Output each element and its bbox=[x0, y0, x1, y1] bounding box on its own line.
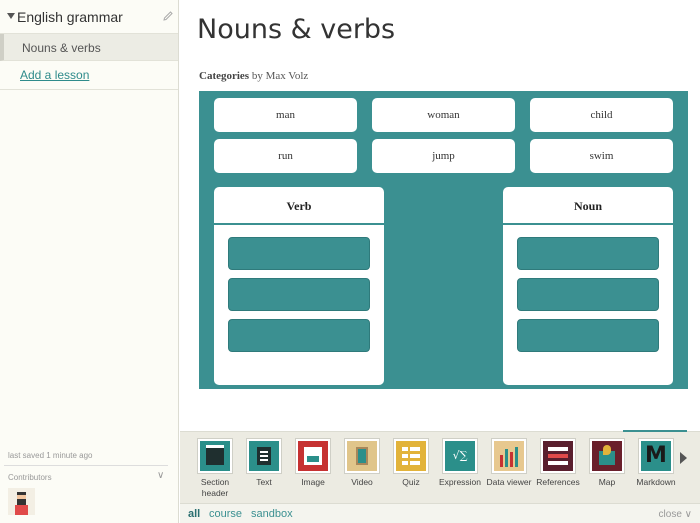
word-chip[interactable]: jump bbox=[372, 139, 515, 173]
drop-slot[interactable] bbox=[517, 278, 659, 311]
tool-data-viewer[interactable]: Data viewer bbox=[485, 438, 533, 488]
tool-label: Video bbox=[351, 477, 373, 487]
main-content: Nouns & verbs Categories by Max Volz man… bbox=[180, 0, 700, 431]
word-chip[interactable]: swim bbox=[530, 139, 673, 173]
word-chip[interactable]: man bbox=[214, 98, 357, 132]
tool-video[interactable]: Video bbox=[338, 438, 386, 488]
block-author: by Max Volz bbox=[251, 70, 309, 82]
edit-pencil-icon[interactable] bbox=[162, 10, 174, 22]
tool-label: Quiz bbox=[402, 477, 420, 487]
image-icon bbox=[295, 438, 331, 474]
chevron-down-icon[interactable]: ∨ bbox=[157, 470, 164, 481]
toolbar-accent bbox=[623, 430, 687, 432]
drop-slot[interactable] bbox=[228, 319, 370, 352]
avatar[interactable] bbox=[8, 488, 35, 515]
block-byline: Categories by Max Volz bbox=[199, 70, 308, 82]
tool-label: References bbox=[536, 477, 580, 487]
tool-label: Expression bbox=[438, 477, 482, 487]
scroll-right-icon[interactable] bbox=[680, 452, 687, 464]
tool-markdown[interactable]: M Markdown bbox=[632, 438, 680, 488]
divider bbox=[0, 89, 178, 90]
tool-label: Text bbox=[256, 477, 272, 487]
contributors-label: Contributors bbox=[8, 473, 52, 482]
drop-slot[interactable] bbox=[517, 319, 659, 352]
drop-slot[interactable] bbox=[228, 278, 370, 311]
category-title: Verb bbox=[214, 187, 384, 225]
tool-image[interactable]: Image bbox=[289, 438, 337, 488]
page-title[interactable]: Nouns & verbs bbox=[197, 14, 395, 45]
word-chip[interactable]: child bbox=[530, 98, 673, 132]
references-icon bbox=[540, 438, 576, 474]
tool-references[interactable]: References bbox=[534, 438, 582, 488]
course-title: English grammar bbox=[17, 9, 123, 25]
category-noun: Noun bbox=[503, 187, 673, 385]
tool-text[interactable]: Text bbox=[240, 438, 288, 488]
tool-section-header[interactable]: Section header bbox=[191, 438, 239, 499]
block-toolbar: Section header Text Image Video Quiz √∑ … bbox=[180, 430, 700, 503]
tool-label: Map bbox=[598, 477, 616, 487]
chevron-down-icon: ∨ bbox=[684, 509, 692, 520]
tool-label: Data viewer bbox=[486, 477, 532, 487]
word-chip[interactable]: woman bbox=[372, 98, 515, 132]
video-icon bbox=[344, 438, 380, 474]
filter-tab-all[interactable]: all bbox=[188, 508, 200, 520]
tool-quiz[interactable]: Quiz bbox=[387, 438, 435, 488]
section-header-icon bbox=[197, 438, 233, 474]
tool-label: Markdown bbox=[636, 477, 676, 487]
sidebar: English grammar Nouns & verbs Add a less… bbox=[0, 0, 179, 523]
block-type: Categories bbox=[199, 70, 250, 82]
divider bbox=[4, 465, 168, 466]
tool-expression[interactable]: √∑ Expression bbox=[436, 438, 484, 488]
filter-tab-sandbox[interactable]: sandbox bbox=[251, 508, 293, 520]
drop-slot[interactable] bbox=[517, 237, 659, 270]
tool-label: Section header bbox=[200, 477, 230, 498]
sidebar-item-nouns-verbs[interactable]: Nouns & verbs bbox=[0, 34, 178, 61]
tool-map[interactable]: Map bbox=[583, 438, 631, 488]
filter-tab-course[interactable]: course bbox=[209, 508, 242, 520]
course-header[interactable]: English grammar bbox=[0, 0, 178, 34]
close-toolbar-button[interactable]: close ∨ bbox=[659, 509, 692, 520]
tool-label: Image bbox=[301, 477, 325, 487]
quiz-icon bbox=[393, 438, 429, 474]
markdown-icon: M bbox=[638, 438, 674, 474]
lesson-label: Nouns & verbs bbox=[22, 41, 101, 55]
word-chip[interactable]: run bbox=[214, 139, 357, 173]
filter-bar: all course sandbox close ∨ bbox=[180, 503, 700, 523]
expression-icon: √∑ bbox=[442, 438, 478, 474]
categories-activity: man woman child run jump swim Verb Noun bbox=[199, 91, 688, 389]
category-title: Noun bbox=[503, 187, 673, 225]
close-label: close bbox=[658, 509, 682, 520]
map-icon bbox=[589, 438, 625, 474]
data-viewer-icon bbox=[491, 438, 527, 474]
text-icon bbox=[246, 438, 282, 474]
last-saved-status: last saved 1 minute ago bbox=[8, 451, 93, 460]
category-verb: Verb bbox=[214, 187, 384, 385]
contributor-avatar-icon bbox=[15, 492, 28, 515]
collapse-caret-icon[interactable] bbox=[7, 13, 15, 19]
add-lesson-link[interactable]: Add a lesson bbox=[20, 68, 89, 82]
drop-slot[interactable] bbox=[228, 237, 370, 270]
